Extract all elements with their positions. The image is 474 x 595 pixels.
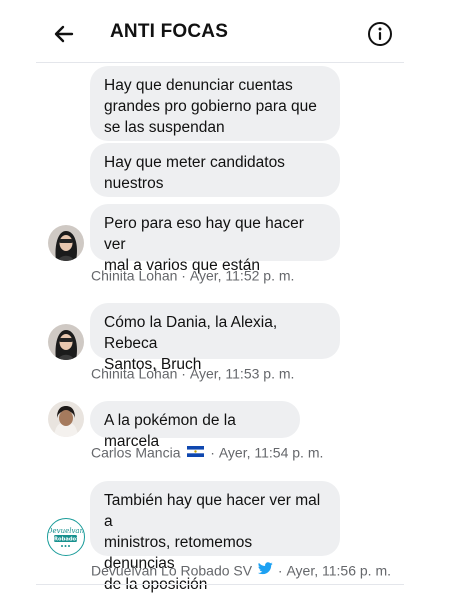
meta-separator: · xyxy=(274,562,287,579)
sender-name[interactable]: Devuelvan Lo Robado SV xyxy=(91,562,252,578)
message-bubble[interactable]: Cómo la Dania, la Alexia, Rebeca Santos,… xyxy=(90,303,340,373)
message-bubble[interactable]: A la pokémon de la marcela xyxy=(90,401,300,450)
chat-title: ANTI FOCAS xyxy=(110,21,229,42)
sender-name[interactable]: Carlos Mancia xyxy=(91,444,180,460)
devuelvan-lo-robado-logo: Devuelvan LoRobadoSV xyxy=(48,527,84,547)
avatar[interactable]: Devuelvan LoRobadoSV xyxy=(47,518,85,556)
message-meta: Carlos Mancia · Ayer, 11:54 p. m. xyxy=(91,443,323,460)
meta-separator: · xyxy=(177,267,190,284)
bottom-divider xyxy=(36,584,404,585)
message-bubble[interactable]: También hay que hacer ver mal a ministro… xyxy=(90,481,340,593)
info-circle-icon xyxy=(368,22,392,46)
message-time: Ayer, 11:56 p. m. xyxy=(286,562,391,579)
arrow-left-icon xyxy=(54,25,74,43)
message-meta: Devuelvan Lo Robado SV · Ayer, 11:56 p. … xyxy=(91,561,391,578)
avatar[interactable] xyxy=(48,401,84,437)
avatar[interactable] xyxy=(48,324,84,360)
svg-text:Devuelvan: Devuelvan xyxy=(48,527,83,535)
message-bubble[interactable]: Pero para eso hay que hacer ver mal a va… xyxy=(90,204,340,274)
message-bubble[interactable]: Hay que denunciar cuentas grandes pro go… xyxy=(90,66,340,141)
svg-text:LoRobadoSV: LoRobadoSV xyxy=(48,537,83,543)
message-time: Ayer, 11:53 p. m. xyxy=(189,365,295,382)
message-meta: Chinita Lohan · Ayer, 11:53 p. m. xyxy=(91,364,294,381)
sender-name[interactable]: Chinita Lohan xyxy=(91,365,177,381)
chat-header: ANTI FOCAS xyxy=(0,0,474,62)
avatar[interactable] xyxy=(48,225,84,261)
el-salvador-flag-icon xyxy=(187,444,205,460)
sender-name[interactable]: Chinita Lohan xyxy=(91,267,177,283)
meta-separator: · xyxy=(177,365,190,382)
message-time: Ayer, 11:54 p. m. xyxy=(218,444,324,461)
header-divider xyxy=(36,62,404,63)
message-meta: Chinita Lohan · Ayer, 11:52 p. m. xyxy=(91,266,294,283)
meta-separator: · xyxy=(206,444,219,461)
info-button[interactable] xyxy=(367,21,393,47)
message-bubble[interactable]: Hay que meter candidatos nuestros xyxy=(90,143,340,197)
back-button[interactable] xyxy=(50,20,78,48)
twitter-bird-icon xyxy=(258,562,273,578)
message-time: Ayer, 11:52 p. m. xyxy=(189,267,295,284)
